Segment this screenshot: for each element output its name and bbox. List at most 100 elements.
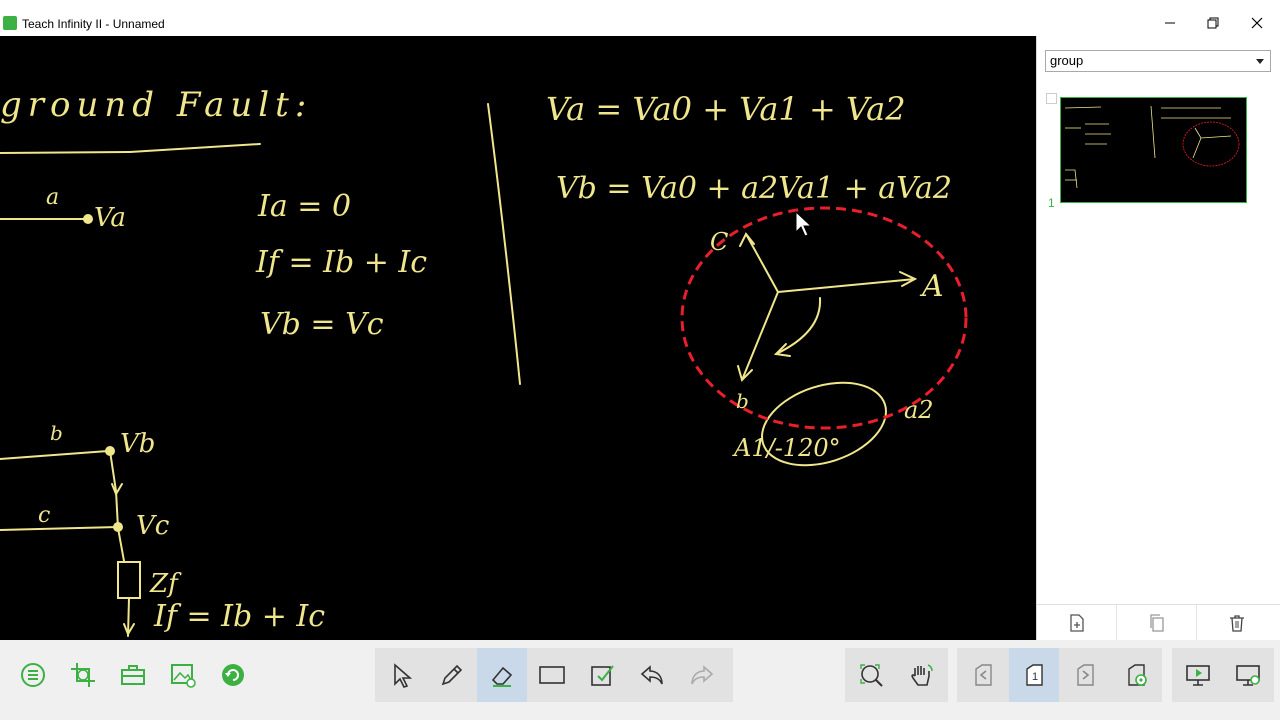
window-title: Teach Infinity II - Unnamed [22,17,165,31]
zoom-icon [860,664,883,687]
fault-connector [109,450,125,562]
toolbar-left-group [8,648,266,702]
fault-current-eq: If = Ib + Ic [153,599,325,634]
add-page-icon [1069,614,1084,632]
toolbar-drawing-group [375,648,733,702]
next-page-icon [1077,664,1094,686]
label-va: Va [94,203,126,233]
phasor-label-a: A [919,269,944,304]
down-arrow [111,483,123,497]
mouse-cursor [795,210,813,237]
present-button[interactable] [1173,648,1223,702]
phase-b-line [0,450,109,460]
check-box-icon [591,665,614,686]
page-settings-button[interactable] [1111,648,1161,702]
chevron-down-icon [1256,59,1264,64]
zoom-button[interactable] [846,648,896,702]
pointer-button[interactable] [377,648,427,702]
rectangle-icon [539,666,565,684]
condition-2: If = Ib + Ic [255,245,427,280]
svg-text:1: 1 [1032,671,1038,683]
delete-page-icon [1230,615,1244,632]
condition-3: Vb = Vc [260,307,384,342]
toolbox-icon [121,665,145,685]
group-dropdown[interactable]: group [1045,50,1271,72]
eraser-icon [491,666,513,687]
rotation-ellipse [761,381,887,467]
menu-icon [21,663,45,687]
label-b: b [50,421,63,445]
impedance-lead [127,597,130,637]
screen-settings-button[interactable] [1223,648,1273,702]
undo-icon [640,665,663,685]
rectangle-button[interactable] [527,648,577,702]
present-icon [1186,665,1210,686]
prev-page-button[interactable] [958,648,1008,702]
title-bar: Teach Infinity II - Unnamed [0,0,1280,36]
page-settings-icon [1128,664,1147,686]
check-box-button[interactable] [577,648,627,702]
next-page-button[interactable] [1060,648,1110,702]
alpha-label: a2 [904,396,934,424]
collapse-toggle-icon[interactable] [1046,93,1057,104]
undo-button[interactable] [627,648,677,702]
screen-settings-icon [1236,665,1260,686]
label-c: c [38,503,50,528]
label-a: a [46,185,59,210]
duplicate-page-icon [1149,614,1164,632]
sidebar-actions [1037,604,1280,641]
refresh-button[interactable] [208,648,258,702]
close-button[interactable] [1242,12,1272,34]
minimize-button[interactable] [1155,12,1185,34]
whiteboard-canvas[interactable]: ground Fault: a Va Ia = 0 If = Ib + Ic V… [0,36,1036,640]
page-sidebar: group 1 [1036,36,1280,641]
minimize-icon [1165,22,1175,24]
toolbar-present-group [1172,648,1274,702]
duplicate-page-button[interactable] [1117,605,1197,641]
restore-button[interactable] [1198,12,1228,34]
phasor-c [745,233,779,293]
crop-button[interactable] [58,648,108,702]
handwriting-layer: ground Fault: a Va Ia = 0 If = Ib + Ic V… [0,85,968,637]
label-vb: Vb [120,429,155,459]
equation-1: Va = Va0 + Va1 + Va2 [546,90,906,128]
phasor-a [777,278,916,293]
pen-button[interactable] [427,648,477,702]
rotation-label: A1/-120° [732,434,841,462]
phase-c-line [0,526,119,531]
restore-icon [1207,17,1219,29]
page-number-label: 1 [1048,196,1055,210]
toolbox-button[interactable] [108,648,158,702]
rotation-arrow [775,297,822,355]
divider-line [487,103,521,385]
prev-page-icon [975,664,992,686]
condition-1: Ia = 0 [257,189,351,224]
impedance-box [117,561,141,599]
bottom-toolbar: 1 [0,640,1280,720]
refresh-icon [222,664,244,686]
thumbnail-preview [1064,105,1240,189]
toolbar-page-group: 1 [957,648,1162,702]
current-page-button[interactable]: 1 [1009,648,1059,702]
page-one-icon: 1 [1026,664,1043,686]
pan-hand-icon [911,664,933,686]
add-page-button[interactable] [1037,605,1117,641]
pen-icon [441,664,463,686]
heading-underline [0,143,261,154]
app-logo-icon [3,16,17,30]
label-vc: Vc [136,511,170,541]
redo-button[interactable] [677,648,727,702]
menu-button[interactable] [8,648,58,702]
pan-hand-button[interactable] [896,648,946,702]
gallery-icon [171,664,196,688]
phasor-b [741,291,779,381]
eraser-button[interactable] [477,648,527,702]
phasor-label-b: b [736,389,749,413]
gallery-button[interactable] [158,648,208,702]
phasor-label-c: C [710,228,728,256]
delete-page-button[interactable] [1197,605,1277,641]
page-thumbnail[interactable] [1060,97,1247,203]
close-icon [1251,17,1263,29]
equation-2: Vb = Va0 + a2Va1 + aVa2 [556,171,952,206]
heading-text: ground Fault: [0,85,312,125]
